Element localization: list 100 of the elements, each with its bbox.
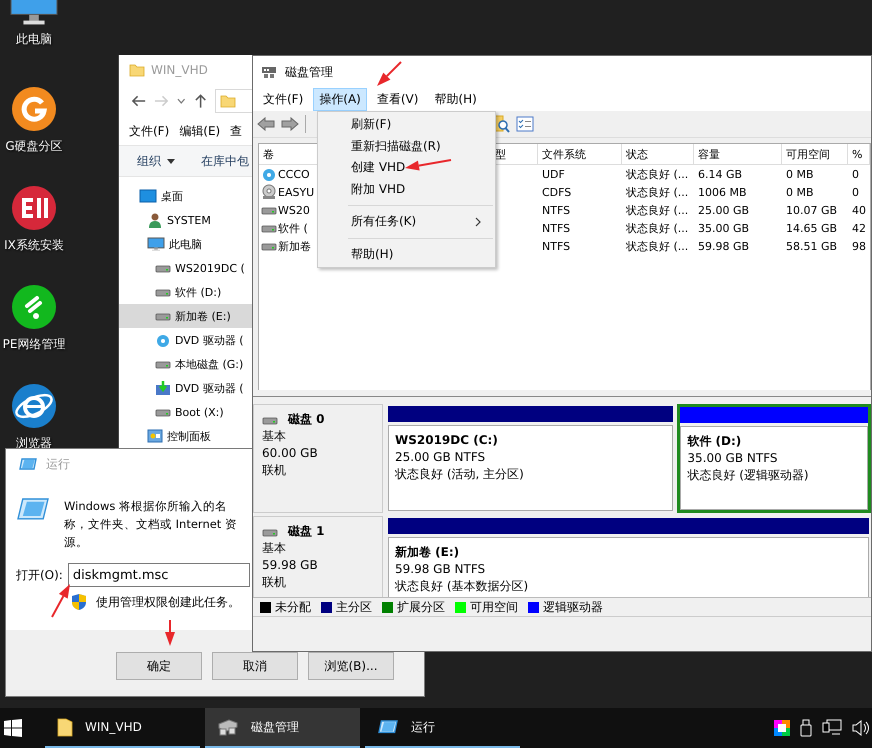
table-cell-text: 40: [851, 202, 867, 218]
annotation-arrow: [405, 159, 452, 171]
menu-item[interactable]: 所有任务(K): [318, 211, 495, 232]
disc-drive-icon: [261, 184, 277, 200]
menu-item[interactable]: 查看(V): [370, 88, 424, 111]
disk-info-panel[interactable]: 磁盘 1 基本 59.98 GB 联机: [253, 516, 383, 597]
desktop-icon-label[interactable]: PE网络管理: [2, 336, 66, 353]
table-cell-text: 0: [851, 166, 860, 182]
table-cell-text: 59.98 GB: [697, 238, 750, 254]
partition-status: 状态良好 (基本数据分区): [395, 578, 530, 595]
menu-item[interactable]: 文件(F): [257, 88, 310, 111]
color-grid-icon[interactable]: [774, 720, 790, 736]
desktop-icon-label[interactable]: G硬盘分区: [5, 138, 63, 155]
disc-icon: [261, 166, 277, 182]
table-cell-text: 58.51 GB: [785, 238, 838, 254]
command-field[interactable]: diskmgmt.msc: [68, 563, 250, 587]
description-text: Windows 将根据你所输入的名称，文件夹、文档或 Internet 资源。: [64, 498, 238, 551]
table-cell-text: 35.00 GB: [697, 220, 750, 236]
legend-label: 未分配: [275, 598, 311, 616]
up-arrow-icon[interactable]: [194, 93, 207, 109]
chevron-right-icon: [475, 216, 481, 227]
window-title: WIN_VHD: [151, 63, 208, 77]
disk-detail: 59.98 GB: [262, 557, 319, 574]
desktop-icon-label[interactable]: IX系统安装: [4, 237, 64, 254]
disk-detail: 60.00 GB: [262, 445, 319, 462]
disc-icon: [155, 332, 171, 348]
column-header[interactable]: 容量: [694, 144, 782, 164]
forward-arrow-icon[interactable]: [281, 116, 299, 132]
tree-item[interactable]: 新加卷 (E:): [119, 304, 253, 328]
dialog-button[interactable]: 浏览(B)...: [308, 652, 394, 680]
address-bar[interactable]: [214, 89, 253, 113]
disk-detail: 联机: [262, 462, 287, 479]
tree-item[interactable]: SYSTEM: [119, 208, 253, 232]
table-cell-text: 1006 MB: [697, 184, 748, 200]
browser-e-icon: [11, 383, 57, 429]
disk-detail: 联机: [262, 574, 287, 591]
desktop-icon-label[interactable]: 此电脑: [16, 31, 52, 48]
tree-item[interactable]: 此电脑: [119, 232, 253, 256]
disc-download-icon: [155, 380, 171, 396]
legend-label: 扩展分区: [397, 598, 445, 616]
column-header[interactable]: %: [848, 144, 870, 164]
run-icon: [377, 719, 399, 735]
window-title: 磁盘管理: [285, 64, 333, 80]
tree-item[interactable]: Boot (X:): [119, 400, 253, 424]
desktop-icon: [139, 189, 157, 203]
toolbar-button[interactable]: 组织: [137, 152, 175, 170]
usb-drive-icon[interactable]: [800, 719, 812, 737]
letters-eii-circle-icon: [11, 185, 57, 231]
chevron-down-icon[interactable]: [177, 98, 186, 104]
tree-item[interactable]: WS2019DC (: [119, 256, 253, 280]
disk-info-panel[interactable]: 磁盘 0 基本 60.00 GB 联机: [253, 404, 383, 513]
column-header[interactable]: 状态: [622, 144, 694, 164]
admin-note: 使用管理权限创建此任务。: [96, 594, 240, 610]
windows-logo-icon[interactable]: [3, 718, 23, 738]
folder-icon: [129, 62, 145, 78]
table-cell-text: 25.00 GB: [697, 202, 750, 218]
table-cell: CCCO: [278, 168, 310, 180]
menu-item[interactable]: 操作(A): [313, 88, 367, 111]
network-monitor-icon[interactable]: [822, 719, 842, 737]
table-cell-text: NTFS: [541, 202, 572, 218]
taskbar-button[interactable]: 磁盘管理: [205, 708, 360, 748]
menu-item[interactable]: 编辑(E): [179, 122, 220, 140]
legend-label: 主分区: [336, 598, 372, 616]
menu-item[interactable]: 帮助(H): [428, 88, 483, 111]
table-cell-text: 状态良好 (...: [625, 238, 690, 254]
tree-item[interactable]: 桌面: [119, 184, 253, 208]
back-arrow-icon[interactable]: [131, 94, 146, 108]
tree-item[interactable]: DVD 驱动器 (: [119, 376, 253, 400]
field-label: 打开(O):: [16, 566, 63, 584]
taskbar-button[interactable]: 运行: [365, 708, 520, 748]
menu-item[interactable]: 刷新(F): [318, 114, 495, 136]
tree-item[interactable]: 本地磁盘 (G:): [119, 352, 253, 376]
menu-item[interactable]: 帮助(H): [318, 244, 495, 265]
tree-item[interactable]: 软件 (D:): [119, 280, 253, 304]
table-cell-text: 状态良好 (...: [625, 220, 690, 236]
caret-icon: [167, 158, 175, 164]
menu-item[interactable]: 文件(F): [129, 122, 170, 140]
table-cell: EASYU: [278, 186, 314, 198]
speaker-icon[interactable]: [852, 720, 870, 736]
shield-icon: [71, 593, 87, 611]
back-arrow-icon[interactable]: [257, 116, 275, 132]
toolbar-button[interactable]: 在库中包: [201, 152, 249, 170]
folder-icon: [57, 717, 73, 737]
taskbar-button[interactable]: WIN_VHD: [45, 708, 200, 748]
table-cell-text: 状态良好 (...: [625, 202, 690, 218]
column-header[interactable]: 可用空间: [782, 144, 848, 164]
properties-icon[interactable]: [516, 116, 534, 132]
partition-block[interactable]: 软件 (D:) 35.00 GB NTFS 状态良好 (逻辑驱动器): [677, 404, 871, 513]
tree-item[interactable]: DVD 驱动器 (: [119, 328, 253, 352]
tree-item[interactable]: 控制面板: [119, 424, 253, 448]
column-header[interactable]: 文件系统: [538, 144, 622, 164]
partition-name: 新加卷 (E:): [395, 544, 460, 561]
partition-name: 软件 (D:): [687, 433, 742, 450]
dialog-button[interactable]: 确定: [116, 652, 202, 680]
desktop-icon-label[interactable]: 浏览器: [16, 435, 52, 452]
table-cell-text: 0: [851, 184, 860, 200]
dialog-button[interactable]: 取消: [212, 652, 298, 680]
menu-item[interactable]: 查: [230, 122, 242, 140]
menu-item[interactable]: 附加 VHD: [318, 178, 495, 200]
partition-status: 状态良好 (活动, 主分区): [395, 466, 525, 483]
